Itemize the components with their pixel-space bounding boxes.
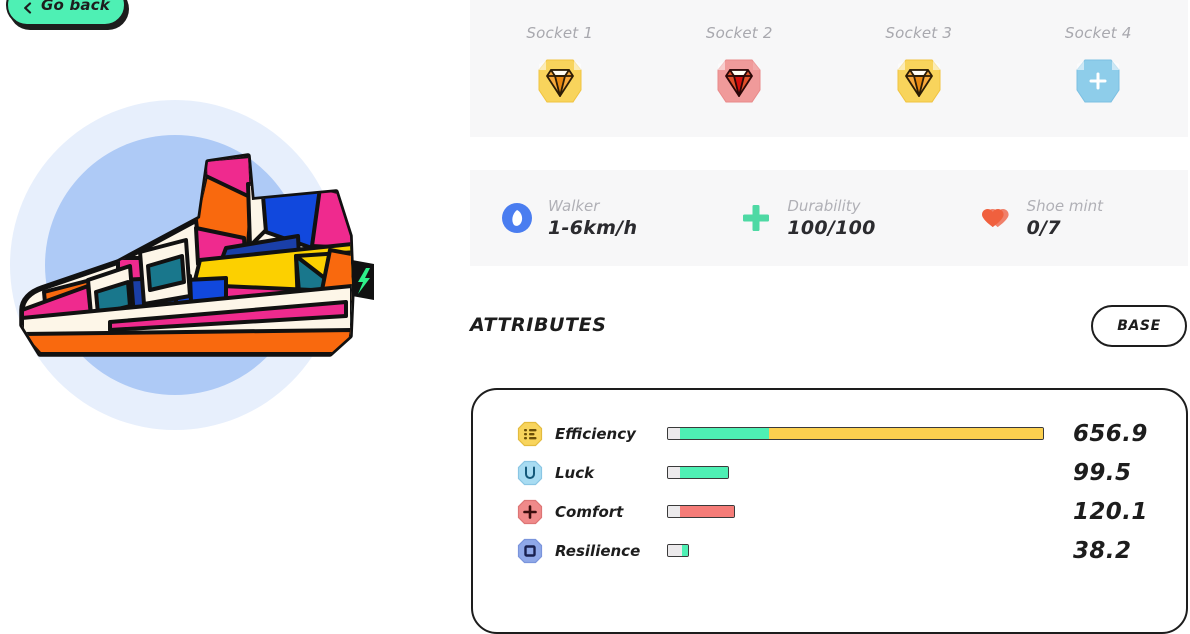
bar-segment-base (668, 467, 680, 478)
attribute-bar-track (667, 427, 1044, 440)
bar-segment-base (668, 428, 680, 439)
attribute-label: Efficiency (555, 424, 636, 443)
attribute-label: Luck (555, 463, 595, 482)
comfort-icon (517, 499, 543, 525)
attributes-title: ATTRIBUTES (470, 314, 607, 336)
sneaker-illustration (19, 153, 374, 357)
bar-segment-red (680, 506, 734, 517)
stat-value: 0/7 (1026, 217, 1061, 239)
attribute-bar (667, 427, 1044, 440)
stat-label: Shoe mint (1026, 197, 1104, 215)
attribute-value: 99.5 (1073, 459, 1132, 486)
attribute-label: Resilience (555, 541, 641, 560)
stat-shoe-mint: Shoe mint 0/7 (949, 197, 1188, 239)
socket-label: Socket 1 (526, 24, 594, 42)
chevron-left-icon (22, 0, 34, 14)
stats-panel: Walker 1-6km/h Durability 100/100 Shoe m… (470, 170, 1188, 266)
attributes-mode-label: BASE (1117, 318, 1161, 334)
socket-4[interactable]: Socket 4 (1009, 0, 1189, 106)
speedometer-icon (500, 201, 534, 235)
bar-segment-green (680, 428, 769, 439)
attribute-bar (667, 466, 1043, 479)
attribute-row-resilience: Resilience 38.2 (473, 531, 1186, 570)
diamond-gem-icon[interactable] (537, 56, 583, 106)
socket-label: Socket 2 (705, 24, 773, 42)
attributes-mode-button[interactable]: BASE (1091, 305, 1187, 347)
stat-label: Durability (787, 197, 861, 215)
socket-1[interactable]: Socket 1 (470, 0, 650, 106)
plus-icon (739, 201, 773, 235)
socket-label: Socket 3 (885, 24, 953, 42)
stat-durability: Durability 100/100 (709, 197, 948, 239)
socket-label: Socket 4 (1064, 24, 1132, 42)
bar-segment-base (668, 545, 682, 556)
shoe-detail-screen: Go back Socket 1 Socket 2 Socket 3 Socke… (0, 0, 1190, 634)
stat-walker: Walker 1-6km/h (470, 197, 709, 239)
stat-value: 1-6km/h (548, 217, 638, 239)
go-back-label: Go back (41, 0, 110, 14)
hearts-icon (979, 201, 1013, 235)
attribute-row-efficiency: Efficiency 656.9 (473, 414, 1186, 453)
bar-segment-green (682, 545, 688, 556)
sneaker-artwork (0, 100, 420, 440)
attribute-value: 120.1 (1073, 498, 1148, 525)
plus-icon[interactable] (1075, 56, 1121, 106)
attribute-bar (667, 544, 1043, 557)
attributes-card: Efficiency 656.9 Luck 99.5 Comfort 120.1… (471, 388, 1188, 634)
item-preview-column: Go back (0, 0, 470, 634)
attributes-header: ATTRIBUTES BASE (470, 305, 1188, 362)
attribute-bar-track (667, 505, 735, 518)
stat-value: 100/100 (787, 217, 876, 239)
luck-icon (517, 460, 543, 486)
attribute-bar (667, 505, 1043, 518)
diamond-gem-icon[interactable] (716, 56, 762, 106)
bar-segment-yellow (769, 428, 1043, 439)
socket-2[interactable]: Socket 2 (650, 0, 830, 106)
diamond-gem-icon[interactable] (896, 56, 942, 106)
stat-label: Walker (548, 197, 600, 215)
go-back-button[interactable]: Go back (6, 0, 126, 26)
attribute-row-comfort: Comfort 120.1 (473, 492, 1186, 531)
lightning-bolt-badge (352, 260, 374, 300)
attribute-value: 38.2 (1073, 537, 1132, 564)
attribute-bar-track (667, 466, 729, 479)
attribute-value: 656.9 (1073, 420, 1148, 447)
resilience-icon (517, 538, 543, 564)
socket-3[interactable]: Socket 3 (829, 0, 1009, 106)
item-details-column: Socket 1 Socket 2 Socket 3 Socket 4 Walk… (470, 0, 1190, 634)
sockets-panel: Socket 1 Socket 2 Socket 3 Socket 4 (470, 0, 1188, 137)
attribute-label: Comfort (555, 502, 624, 521)
bar-segment-green (680, 467, 728, 478)
efficiency-icon (517, 421, 543, 447)
bar-segment-base (668, 506, 680, 517)
attribute-bar-track (667, 544, 689, 557)
attribute-row-luck: Luck 99.5 (473, 453, 1186, 492)
